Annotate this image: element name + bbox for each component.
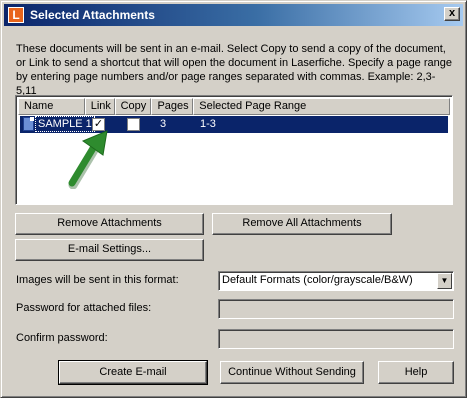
confirm-password-field[interactable]: [218, 329, 454, 349]
list-header: Name Link Copy Pages Selected Page Range: [18, 98, 450, 115]
create-email-button[interactable]: Create E-mail: [58, 360, 208, 385]
close-icon: x: [448, 7, 456, 19]
row-page-range[interactable]: 1-3: [194, 116, 444, 133]
help-button[interactable]: Help: [378, 361, 454, 384]
column-header-page-range[interactable]: Selected Page Range: [193, 98, 450, 115]
selected-attachments-dialog: L Selected Attachments x These documents…: [0, 0, 467, 398]
window-title: Selected Attachments: [30, 8, 155, 22]
format-select-value: Default Formats (color/grayscale/B&W): [222, 274, 413, 286]
column-header-copy[interactable]: Copy: [114, 98, 152, 115]
confirm-password-label: Confirm password:: [16, 332, 108, 344]
email-settings-button[interactable]: E-mail Settings...: [15, 239, 204, 261]
password-field[interactable]: [218, 299, 454, 319]
laserfiche-app-icon: L: [8, 7, 24, 23]
remove-attachments-button[interactable]: Remove Attachments: [15, 213, 204, 235]
password-label: Password for attached files:: [16, 302, 152, 314]
column-header-pages[interactable]: Pages: [151, 98, 194, 115]
dropdown-arrow-icon[interactable]: ▼: [437, 273, 452, 289]
copy-checkbox[interactable]: [127, 118, 140, 131]
continue-without-sending-button[interactable]: Continue Without Sending: [220, 361, 364, 384]
row-copy-cell: [115, 116, 152, 133]
title-bar[interactable]: L Selected Attachments x: [4, 4, 463, 26]
column-header-name[interactable]: Name: [18, 98, 85, 115]
close-button[interactable]: x: [444, 7, 460, 21]
green-arrow-icon: [68, 130, 108, 189]
row-pages: 3: [160, 118, 167, 130]
format-select[interactable]: Default Formats (color/grayscale/B&W) ▼: [218, 271, 454, 291]
format-label: Images will be sent in this format:: [16, 274, 179, 286]
document-icon: [23, 117, 34, 131]
column-header-link[interactable]: Link: [84, 98, 115, 115]
remove-all-attachments-button[interactable]: Remove All Attachments: [212, 213, 392, 235]
instructions-text: These documents will be sent in an e-mai…: [16, 43, 452, 97]
